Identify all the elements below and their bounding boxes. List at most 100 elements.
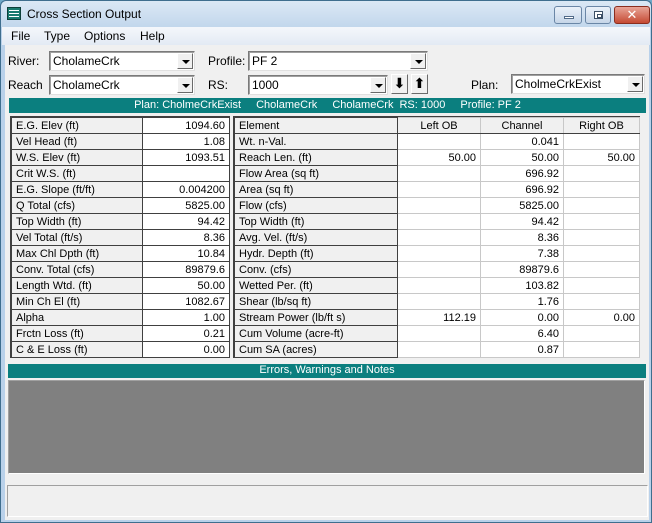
element-right-cell[interactable] [563, 197, 640, 214]
close-button[interactable]: ✕ [614, 6, 650, 24]
element-table: Element Left OB Channel Right OB Wt. n-Val. 0… [233, 116, 640, 358]
errors-warnings-notes-area[interactable] [8, 380, 645, 474]
errors-title: Errors, Warnings and Notes [259, 364, 395, 376]
element-right-cell[interactable]: 0.00 [563, 309, 640, 326]
summary-value[interactable]: 50.00 [142, 277, 230, 294]
element-left-cell[interactable] [397, 245, 481, 262]
chevron-down-icon[interactable] [370, 77, 386, 93]
element-channel-cell[interactable]: 94.42 [480, 213, 564, 230]
summary-value[interactable]: 0.00 [142, 341, 230, 358]
summary-label: Q Total (cfs) [11, 197, 143, 214]
element-channel-cell[interactable]: 696.92 [480, 165, 564, 182]
element-left-cell[interactable] [397, 277, 481, 294]
summary-value[interactable]: 8.36 [142, 229, 230, 246]
element-right-cell[interactable] [563, 325, 640, 342]
summary-value[interactable]: 1093.51 [142, 149, 230, 166]
element-channel-cell[interactable]: 5825.00 [480, 197, 564, 214]
element-right-cell[interactable] [563, 293, 640, 310]
element-channel-cell[interactable]: 696.92 [480, 181, 564, 198]
element-channel-cell[interactable]: 0.041 [480, 133, 564, 150]
river-value: CholameCrk [53, 54, 120, 68]
menu-file[interactable]: File [11, 29, 30, 43]
element-channel-cell[interactable]: 7.38 [480, 245, 564, 262]
element-right-cell[interactable] [563, 181, 640, 198]
summary-value[interactable]: 0.004200 [142, 181, 230, 198]
element-right-cell[interactable] [563, 165, 640, 182]
menu-options[interactable]: Options [84, 29, 125, 43]
maximize-button[interactable] [585, 6, 611, 24]
summary-value[interactable] [142, 165, 230, 182]
element-right-cell[interactable]: 50.00 [563, 149, 640, 166]
arrow-up-icon: ⬆ [413, 75, 426, 91]
chevron-down-icon[interactable] [627, 76, 643, 92]
summary-value[interactable]: 1.00 [142, 309, 230, 326]
element-right-cell[interactable] [563, 213, 640, 230]
element-row: Stream Power (lb/ft s) 112.19 0.00 0.00 [234, 309, 640, 326]
element-left-cell[interactable] [397, 261, 481, 278]
menu-type[interactable]: Type [44, 29, 70, 43]
element-right-cell[interactable] [563, 277, 640, 294]
summary-row: Vel Total (ft/s) 8.36 [11, 229, 230, 246]
river-select[interactable]: CholameCrk [49, 51, 195, 71]
element-channel-cell[interactable]: 103.82 [480, 277, 564, 294]
element-left-cell[interactable] [397, 293, 481, 310]
summary-value[interactable]: 94.42 [142, 213, 230, 230]
element-left-cell[interactable] [397, 341, 481, 358]
chevron-down-icon[interactable] [177, 77, 193, 93]
element-channel-cell[interactable]: 1.76 [480, 293, 564, 310]
summary-value[interactable]: 1082.67 [142, 293, 230, 310]
rs-select[interactable]: 1000 [248, 75, 388, 95]
element-left-cell[interactable] [397, 181, 481, 198]
summary-value[interactable]: 1094.60 [142, 117, 230, 134]
reach-label: Reach [8, 78, 43, 92]
element-channel-cell[interactable]: 89879.6 [480, 261, 564, 278]
summary-table: E.G. Elev (ft) 1094.60 Vel Head (ft) 1.08 W.… [10, 116, 230, 358]
summary-value[interactable]: 0.21 [142, 325, 230, 342]
element-channel-cell[interactable]: 6.40 [480, 325, 564, 342]
element-right-cell[interactable] [563, 261, 640, 278]
window-title: Cross Section Output [27, 7, 142, 21]
summary-row: Vel Head (ft) 1.08 [11, 133, 230, 150]
element-label-cell: Cum Volume (acre-ft) [234, 325, 398, 342]
element-channel-cell[interactable]: 50.00 [480, 149, 564, 166]
plan-select[interactable]: CholmeCrkExist [511, 74, 645, 94]
summary-label: Frctn Loss (ft) [11, 325, 143, 342]
river-label: River: [8, 54, 40, 68]
element-left-cell[interactable] [397, 165, 481, 182]
element-left-cell[interactable] [397, 197, 481, 214]
plan-label: Plan: [471, 78, 499, 92]
element-row: Area (sq ft) 696.92 [234, 181, 640, 198]
element-channel-cell[interactable]: 0.87 [480, 341, 564, 358]
element-left-cell[interactable]: 50.00 [397, 149, 481, 166]
element-right-cell[interactable] [563, 245, 640, 262]
summary-value[interactable]: 10.84 [142, 245, 230, 262]
element-left-cell[interactable] [397, 213, 481, 230]
summary-label: E.G. Slope (ft/ft) [11, 181, 143, 198]
summary-value[interactable]: 5825.00 [142, 197, 230, 214]
summary-value[interactable]: 89879.6 [142, 261, 230, 278]
summary-value[interactable]: 1.08 [142, 133, 230, 150]
element-left-cell[interactable] [397, 133, 481, 150]
summary-label: Max Chl Dpth (ft) [11, 245, 143, 262]
minimize-button[interactable] [554, 6, 582, 24]
chevron-down-icon[interactable] [177, 53, 193, 69]
element-right-cell[interactable] [563, 229, 640, 246]
element-label-cell: Conv. (cfs) [234, 261, 398, 278]
element-channel-cell[interactable]: 8.36 [480, 229, 564, 246]
summary-row: E.G. Slope (ft/ft) 0.004200 [11, 181, 230, 198]
element-row: Wt. n-Val. 0.041 [234, 133, 640, 150]
element-right-cell[interactable] [563, 133, 640, 150]
title-bar[interactable]: Cross Section Output ✕ [1, 1, 651, 27]
profile-select[interactable]: PF 2 [248, 51, 428, 71]
reach-select[interactable]: CholameCrk [49, 75, 195, 95]
element-left-cell[interactable]: 112.19 [397, 309, 481, 326]
element-left-cell[interactable] [397, 229, 481, 246]
element-right-cell[interactable] [563, 341, 640, 358]
rs-next-up-button[interactable]: ⬆ [411, 74, 428, 94]
element-left-cell[interactable] [397, 325, 481, 342]
menu-help[interactable]: Help [140, 29, 165, 43]
profile-label: Profile: [208, 54, 246, 68]
chevron-down-icon[interactable] [410, 53, 426, 69]
element-channel-cell[interactable]: 0.00 [480, 309, 564, 326]
rs-next-down-button[interactable]: ⬇ [391, 74, 408, 94]
